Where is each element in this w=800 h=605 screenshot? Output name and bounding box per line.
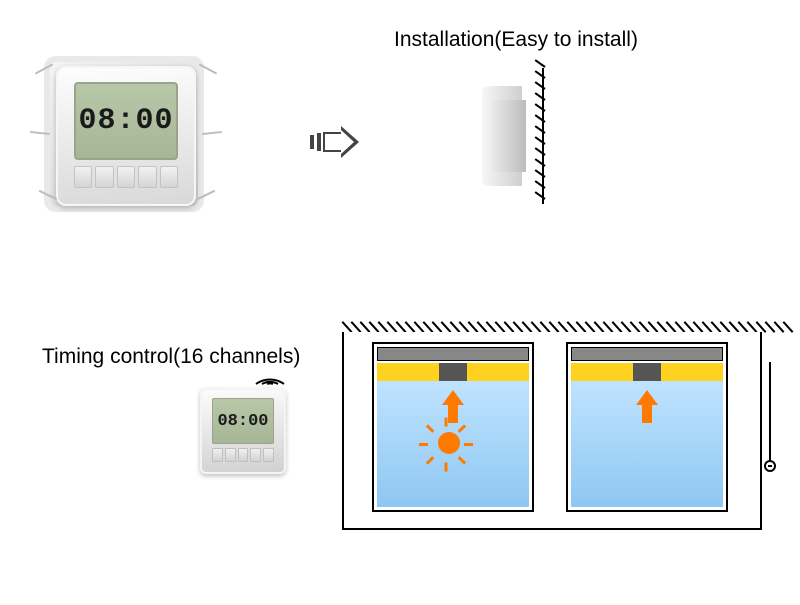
sun-ray: [445, 463, 448, 472]
blind-fabric: [377, 363, 529, 381]
pull-cord-icon: [764, 362, 776, 482]
room-diagram: [342, 332, 762, 530]
motion-line: [202, 131, 222, 135]
installation-title: Installation(Easy to install): [394, 28, 638, 52]
device-button: [225, 448, 236, 462]
device-button-row: [74, 166, 178, 188]
device-button: [263, 448, 274, 462]
sun-icon: [438, 432, 460, 454]
blind-roller: [571, 347, 723, 361]
device-button: [95, 166, 113, 188]
device-button: [117, 166, 135, 188]
device-button: [74, 166, 92, 188]
sun-ray: [419, 443, 428, 446]
blind-fabric: [571, 363, 723, 381]
up-arrow-icon: [638, 390, 656, 423]
device-button: [138, 166, 156, 188]
sun-ray: [464, 443, 473, 446]
blind-roller: [377, 347, 529, 361]
wall-mount-device: [492, 100, 526, 172]
device-button: [212, 448, 223, 462]
sun-ray: [445, 418, 448, 427]
device-lcd-screen: 08:00: [212, 398, 274, 444]
device-lcd-screen: 08:00: [74, 82, 178, 160]
wall-mount-diagram: [464, 68, 544, 204]
thermostat-device-small: 08:00: [200, 388, 286, 474]
arrow-right-icon: [310, 127, 370, 157]
thermostat-device-large: 08:00: [52, 62, 200, 210]
blind-window: [372, 342, 534, 512]
wireless-signal-icon: [250, 358, 290, 388]
device-button: [250, 448, 261, 462]
device-button: [238, 448, 249, 462]
device-button: [160, 166, 178, 188]
wall-hatch-line: [535, 59, 546, 68]
device-button-row: [212, 448, 274, 462]
blind-window: [566, 342, 728, 512]
